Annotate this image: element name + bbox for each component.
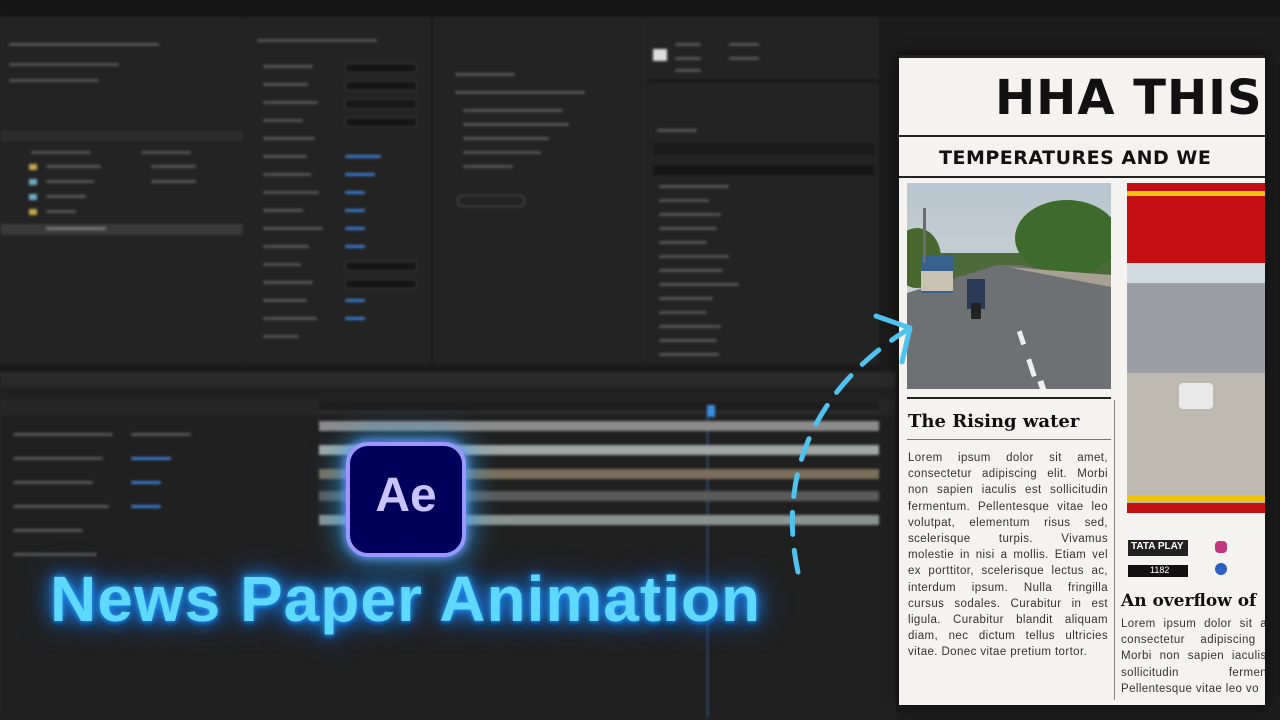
dashed-arrow-icon bbox=[789, 313, 913, 575]
menu-bar bbox=[0, 0, 1280, 16]
newspaper-preview: HHA THIS TEMPERATURES AND WE TATA PLAY 1… bbox=[899, 55, 1265, 705]
project-panel bbox=[0, 18, 243, 363]
channel-number: 1182 bbox=[1150, 565, 1170, 575]
tv-brand-badge: TATA PLAY bbox=[1128, 540, 1188, 556]
tv-news-photo bbox=[1127, 183, 1265, 513]
ae-logo-text: Ae bbox=[375, 469, 437, 522]
tata-play-label: TATA PLAY bbox=[1131, 541, 1184, 552]
facebook-icon bbox=[1215, 563, 1227, 575]
story-2-body: Lorem ipsum dolor sit amet, consectetur … bbox=[1121, 618, 1265, 695]
after-effects-logo: Ae bbox=[346, 442, 466, 557]
story-2-headline: An overflow of bbox=[1121, 591, 1257, 611]
effect-controls-panel bbox=[244, 18, 430, 363]
thumbnail-title: News Paper Animation bbox=[50, 563, 762, 635]
newspaper-subhead: TEMPERATURES AND WE bbox=[939, 147, 1212, 169]
channel-number-badge: 1182 bbox=[1128, 565, 1188, 577]
script-panel bbox=[434, 18, 646, 363]
newspaper-masthead: HHA THIS bbox=[995, 70, 1263, 126]
column-divider bbox=[1114, 400, 1115, 700]
instagram-icon bbox=[1215, 541, 1227, 553]
